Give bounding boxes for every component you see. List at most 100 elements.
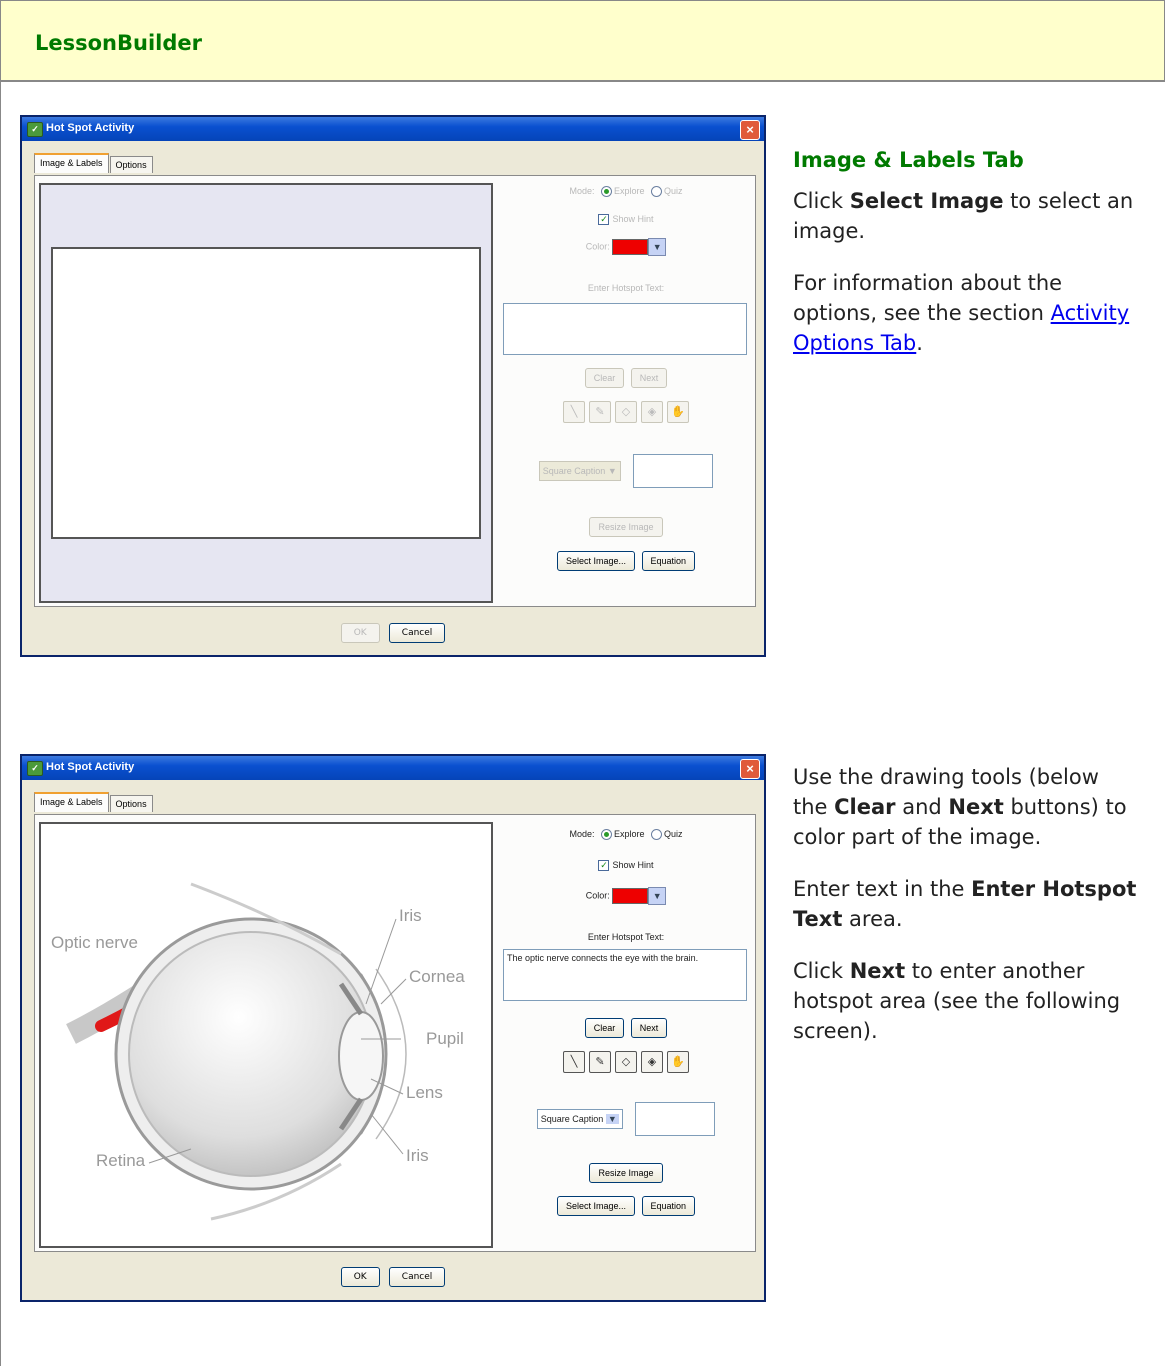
hand-tool-icon[interactable]: ✋ (667, 401, 689, 423)
section-title: Image & Labels Tab (793, 148, 1024, 172)
text-bold: Next (948, 795, 1004, 819)
chevron-down-icon[interactable]: ▼ (648, 238, 667, 256)
image-canvas[interactable] (39, 183, 493, 603)
ok-button[interactable]: OK (340, 623, 380, 643)
explore-radio[interactable] (600, 829, 612, 841)
cancel-button[interactable]: Cancel (388, 623, 446, 643)
close-icon[interactable]: × (740, 120, 760, 140)
tool-row: ╲ ✎ ◇ ◈ ✋ (501, 1051, 751, 1073)
hot-spot-dialog-filled: ✓ Hot Spot Activity × Image & Labels Opti… (20, 754, 766, 1302)
text: area. (842, 907, 903, 931)
tab-image-labels[interactable]: Image & Labels (34, 153, 109, 173)
caption-row: Square Caption ▼ (501, 1102, 751, 1136)
explore-radio[interactable] (600, 186, 612, 198)
next-button[interactable]: Next (630, 1018, 668, 1038)
color-label: Color: (585, 241, 610, 252)
fill-tool-icon[interactable]: ◈ (641, 401, 663, 423)
lens-shape (338, 1011, 384, 1101)
quiz-label: Quiz (664, 186, 683, 196)
show-hint-label: Show Hint (612, 860, 654, 870)
cancel-button[interactable]: Cancel (388, 1267, 446, 1287)
tab-panel: Iris Optic nerve Cornea Pupil Lens Retin… (34, 814, 756, 1252)
resize-row: Resize Image (501, 1163, 751, 1183)
show-hint-checkbox[interactable]: ✓ (598, 214, 610, 226)
dialog-titlebar: ✓ Hot Spot Activity × (22, 117, 764, 141)
text: and (895, 795, 949, 819)
clear-next-row: Clear Next (501, 368, 751, 388)
explore-label: Explore (613, 829, 645, 839)
mode-row: Mode: Explore Quiz (501, 186, 751, 198)
clear-button[interactable]: Clear (584, 368, 625, 388)
tab-options[interactable]: Options (109, 795, 153, 812)
caption-size-input[interactable] (635, 1102, 716, 1136)
pen-tool-icon[interactable]: ✎ (589, 1051, 611, 1073)
mode-label: Mode: (569, 186, 595, 196)
line-tool-icon[interactable]: ╲ (563, 401, 585, 423)
enter-text-label-row: Enter Hotspot Text: (501, 932, 751, 942)
eyeball-shape (128, 931, 374, 1177)
app-title: LessonBuilder (35, 31, 202, 55)
hand-tool-icon[interactable]: ✋ (667, 1051, 689, 1073)
clear-button[interactable]: Clear (584, 1018, 625, 1038)
color-row: Color: ▼ (501, 238, 751, 256)
eye-diagram: Iris Optic nerve Cornea Pupil Lens Retin… (51, 882, 465, 1221)
clear-next-row: Clear Next (501, 1018, 751, 1038)
line-tool-icon[interactable]: ╲ (563, 1051, 585, 1073)
hotspot-text-area[interactable] (503, 303, 747, 355)
color-swatch[interactable] (612, 888, 649, 904)
text: Click (793, 959, 850, 983)
caption-value: Square Caption (542, 466, 606, 476)
show-hint-checkbox[interactable]: ✓ (598, 860, 610, 872)
tab-strip: Image & Labels Options (34, 153, 154, 173)
select-image-button[interactable]: Select Image... (556, 1196, 635, 1216)
resize-image-button[interactable]: Resize Image (589, 1163, 663, 1183)
dialog-titlebar: ✓ Hot Spot Activity × (22, 756, 764, 780)
hotspot-text-area[interactable]: The optic nerve connects the eye with th… (503, 949, 747, 1001)
text: For information about the options, see t… (793, 271, 1063, 325)
pen-tool-icon[interactable]: ✎ (589, 401, 611, 423)
caption-row: Square Caption ▼ (501, 454, 751, 488)
text: Click (793, 189, 850, 213)
quiz-radio[interactable] (651, 186, 663, 198)
equation-button[interactable]: Equation (641, 551, 696, 571)
quiz-radio[interactable] (651, 829, 663, 841)
tab-panel: Mode: Explore Quiz ✓ Show Hint Color: ▼ E… (34, 175, 756, 607)
eraser-tool-icon[interactable]: ◇ (615, 1051, 637, 1073)
hot-spot-dialog-empty: ✓ Hot Spot Activity × Image & Labels Opti… (20, 115, 766, 657)
eye-label-iris-top: Iris (399, 906, 422, 925)
color-label: Color: (585, 890, 610, 901)
close-icon[interactable]: × (740, 759, 760, 779)
image-placeholder (51, 247, 481, 539)
resize-image-button[interactable]: Resize Image (589, 517, 663, 537)
dialog-footer: OK Cancel (22, 620, 764, 643)
show-hint-row: ✓ Show Hint (501, 214, 751, 226)
caption-select[interactable]: Square Caption ▼ (538, 461, 621, 481)
show-hint-row: ✓ Show Hint (501, 860, 751, 872)
tab-strip: Image & Labels Options (34, 792, 154, 812)
enter-text-label-row: Enter Hotspot Text: (501, 283, 751, 293)
tab-image-labels[interactable]: Image & Labels (34, 792, 109, 812)
select-image-button[interactable]: Select Image... (556, 551, 635, 571)
chevron-down-icon[interactable]: ▼ (648, 887, 667, 905)
select-equation-row: Select Image... Equation (501, 551, 751, 571)
text-bold: Next (849, 959, 906, 983)
equation-button[interactable]: Equation (641, 1196, 696, 1216)
image-canvas[interactable]: Iris Optic nerve Cornea Pupil Lens Retin… (39, 822, 493, 1248)
color-swatch[interactable] (612, 239, 649, 255)
eye-label-pupil: Pupil (426, 1029, 464, 1048)
select-equation-row: Select Image... Equation (501, 1196, 751, 1216)
caption-size-input[interactable] (633, 454, 714, 488)
dialog-footer: OK Cancel (22, 1264, 764, 1287)
ok-button[interactable]: OK (340, 1267, 380, 1287)
text: Enter text in the (793, 877, 972, 901)
description-2: Use the drawing tools (below the Clear a… (793, 762, 1138, 1068)
chevron-down-icon: ▼ (605, 1114, 619, 1124)
next-button[interactable]: Next (630, 368, 668, 388)
fill-tool-icon[interactable]: ◈ (641, 1051, 663, 1073)
show-hint-label: Show Hint (612, 214, 654, 224)
caption-select[interactable]: Square Caption ▼ (536, 1109, 623, 1129)
eraser-tool-icon[interactable]: ◇ (615, 401, 637, 423)
enter-hotspot-label: Enter Hotspot Text: (587, 283, 665, 293)
eye-label-optic: Optic nerve (51, 933, 138, 952)
tab-options[interactable]: Options (109, 156, 153, 173)
